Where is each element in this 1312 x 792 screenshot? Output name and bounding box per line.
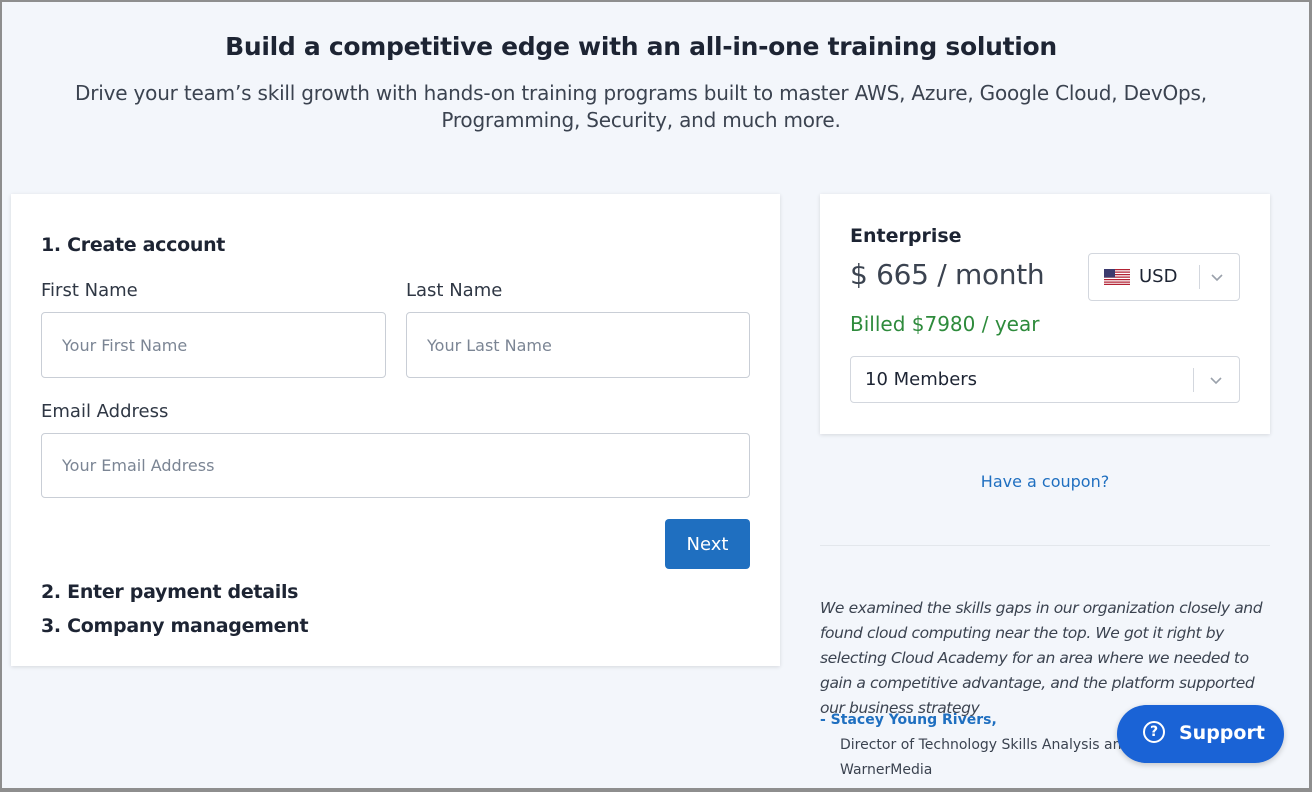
step-payment-details[interactable]: 2. Enter payment details — [41, 581, 298, 603]
testimonial-company: WarnerMedia — [840, 762, 933, 778]
currency-select[interactable]: USD — [1088, 253, 1240, 301]
first-name-input[interactable] — [41, 312, 386, 378]
question-circle-icon: ? — [1143, 721, 1165, 743]
testimonial-author: - Stacey Young Rivers, — [820, 712, 997, 728]
chevron-down-icon[interactable] — [1208, 268, 1226, 286]
page-title: Build a competitive edge with an all-in-… — [225, 32, 1057, 61]
testimonial-quote: We examined the skills gaps in our organ… — [820, 599, 1263, 717]
last-name-input[interactable] — [406, 312, 750, 378]
plan-price: $ 665 / month — [850, 258, 1045, 291]
plan-name: Enterprise — [850, 225, 962, 247]
next-button[interactable]: Next — [665, 519, 750, 569]
support-label: Support — [1179, 722, 1265, 744]
step-company-management[interactable]: 3. Company management — [41, 615, 309, 637]
support-button[interactable]: ? Support — [1117, 705, 1284, 763]
first-name-label: First Name — [41, 280, 138, 301]
plan-summary-card: Enterprise $ 665 / month USD Billed $798… — [820, 194, 1270, 434]
email-input[interactable] — [41, 433, 750, 498]
signup-form-card: 1. Create account First Name Last Name E… — [11, 194, 780, 666]
us-flag-icon — [1104, 269, 1130, 285]
section-divider — [820, 545, 1270, 546]
chevron-down-icon[interactable] — [1207, 371, 1225, 389]
select-divider — [1193, 368, 1194, 392]
email-label: Email Address — [41, 401, 169, 422]
billed-yearly-text: Billed $7980 / year — [850, 312, 1040, 336]
members-select[interactable]: 10 Members — [850, 356, 1240, 403]
last-name-label: Last Name — [406, 280, 503, 301]
step-create-account: 1. Create account — [41, 234, 226, 256]
have-coupon-link[interactable]: Have a coupon? — [820, 472, 1270, 491]
currency-value: USD — [1139, 266, 1178, 287]
select-divider — [1199, 265, 1200, 289]
page-subtitle: Drive your team’s skill growth with hand… — [75, 81, 1207, 132]
members-value: 10 Members — [865, 369, 978, 390]
